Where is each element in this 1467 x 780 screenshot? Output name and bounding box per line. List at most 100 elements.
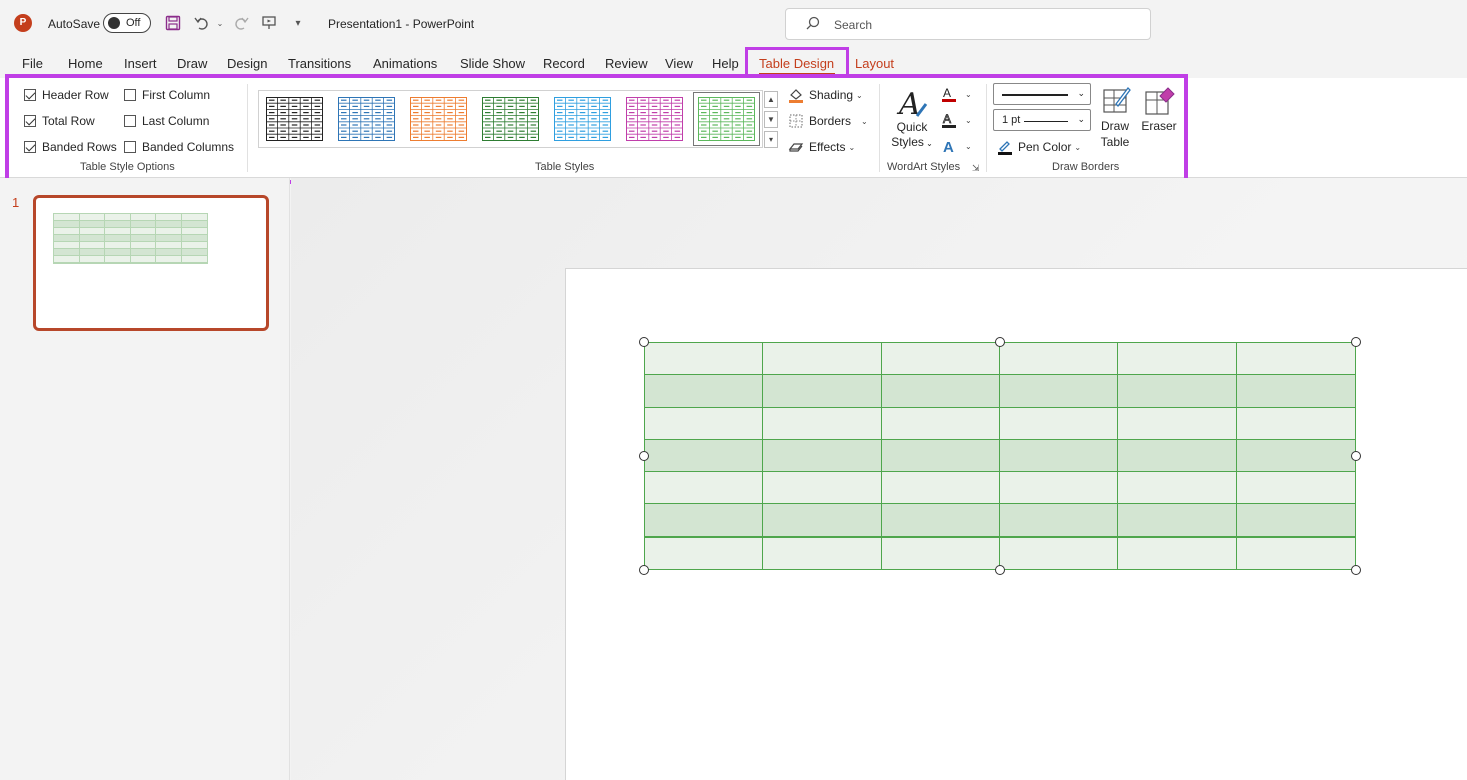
tab-layout[interactable]: Layout [855, 56, 894, 71]
resize-handle[interactable] [995, 565, 1005, 575]
mini-table-cell [156, 221, 182, 228]
table-cell[interactable] [1000, 537, 1119, 569]
table-cell[interactable] [881, 407, 1000, 440]
resize-handle[interactable] [639, 451, 649, 461]
resize-handle[interactable] [995, 337, 1005, 347]
table-cell[interactable] [1236, 440, 1355, 473]
mini-table-row [54, 256, 207, 263]
tab-slide-show[interactable]: Slide Show [460, 56, 525, 71]
table-cell[interactable] [763, 439, 882, 473]
table-cell[interactable] [645, 537, 764, 569]
mini-table [53, 213, 208, 264]
table-cell[interactable] [645, 343, 764, 376]
tab-design[interactable]: Design [227, 56, 267, 71]
mini-table-cell [181, 242, 207, 249]
tab-file[interactable]: File [22, 56, 43, 71]
table-row [645, 472, 1355, 505]
table-cell[interactable] [1118, 504, 1237, 537]
table-cell[interactable] [1236, 472, 1355, 505]
table-cell[interactable] [999, 439, 1119, 473]
mini-table-cell [130, 242, 156, 249]
table-cell[interactable] [1237, 538, 1355, 569]
table-cell[interactable] [881, 439, 1000, 473]
resize-handle[interactable] [1351, 565, 1361, 575]
table-cell[interactable] [1236, 504, 1355, 537]
autosave-label: AutoSave [48, 17, 101, 31]
table-cell[interactable] [1236, 408, 1355, 440]
table-cell[interactable] [881, 375, 1000, 408]
table-cell[interactable] [763, 504, 882, 537]
tab-home[interactable]: Home [68, 56, 103, 71]
mini-table-cell [79, 235, 105, 242]
tab-draw[interactable]: Draw [177, 56, 207, 71]
mini-table-row [54, 214, 207, 221]
table-cell[interactable] [763, 472, 882, 505]
table-cell[interactable] [999, 472, 1119, 505]
table-cell[interactable] [1118, 472, 1237, 505]
powerpoint-logo-icon: P [14, 14, 32, 32]
tab-record[interactable]: Record [543, 56, 585, 71]
mini-table-cell [156, 249, 182, 256]
table-cell[interactable] [645, 407, 764, 440]
table-cell[interactable] [999, 407, 1119, 440]
tab-review[interactable]: Review [605, 56, 648, 71]
table-cell[interactable] [645, 375, 764, 408]
tab-animations[interactable]: Animations [373, 56, 437, 71]
undo-dropdown-icon[interactable]: ⌄ [210, 13, 230, 33]
toggle-knob [108, 17, 120, 29]
mini-table-cell [156, 214, 182, 221]
table-cell[interactable] [1118, 375, 1237, 408]
tab-view[interactable]: View [665, 56, 693, 71]
resize-handle[interactable] [1351, 337, 1361, 347]
mini-table-cell [79, 256, 105, 263]
table-cell[interactable] [645, 439, 764, 473]
mini-table-row [54, 242, 207, 249]
ribbon-highlight [5, 74, 1188, 184]
slide-thumbnail[interactable] [33, 195, 269, 331]
mini-table-cell [181, 249, 207, 256]
customize-qat-icon[interactable]: ▾ [288, 13, 308, 33]
mini-table-cell [105, 242, 131, 249]
table-cell[interactable] [763, 537, 882, 569]
table-cell[interactable] [763, 407, 882, 440]
mini-table-cell [105, 214, 131, 221]
search-icon [806, 16, 820, 33]
undo-icon[interactable] [192, 13, 212, 33]
table-cell[interactable] [1118, 439, 1237, 473]
table-cell[interactable] [1118, 537, 1237, 569]
table-cell[interactable] [881, 472, 1000, 505]
table-cell[interactable] [645, 472, 764, 505]
table-cell[interactable] [1118, 343, 1237, 376]
table-cell[interactable] [1118, 407, 1237, 440]
table-cell[interactable] [881, 504, 1000, 537]
present-icon[interactable] [259, 13, 279, 33]
search-placeholder: Search [834, 18, 873, 32]
table-cell[interactable] [999, 343, 1119, 376]
resize-handle[interactable] [639, 337, 649, 347]
search-input[interactable]: Search [785, 8, 1151, 40]
mini-table-cell [130, 235, 156, 242]
tab-insert[interactable]: Insert [124, 56, 157, 71]
table-cell[interactable] [1236, 375, 1355, 408]
table-cell[interactable] [999, 375, 1119, 408]
resize-handle[interactable] [1351, 451, 1361, 461]
table-cell[interactable] [999, 504, 1119, 537]
autosave-toggle[interactable]: Off [103, 13, 151, 33]
table-cell[interactable] [645, 504, 764, 537]
redo-icon[interactable] [231, 13, 251, 33]
mini-table-cell [130, 228, 156, 235]
tab-help[interactable]: Help [712, 56, 739, 71]
mini-table-cell [79, 242, 105, 249]
tab-transitions[interactable]: Transitions [288, 56, 351, 71]
mini-table-cell [105, 235, 131, 242]
resize-handle[interactable] [639, 565, 649, 575]
table-cell[interactable] [881, 343, 1000, 376]
table[interactable] [644, 342, 1356, 570]
mini-table-cell [54, 242, 80, 249]
table-cell[interactable] [763, 343, 882, 376]
table-cell[interactable] [882, 537, 1000, 569]
table-cell[interactable] [1236, 343, 1355, 376]
table-cell[interactable] [763, 375, 882, 408]
save-icon[interactable] [163, 13, 183, 33]
mini-table-cell [79, 228, 105, 235]
